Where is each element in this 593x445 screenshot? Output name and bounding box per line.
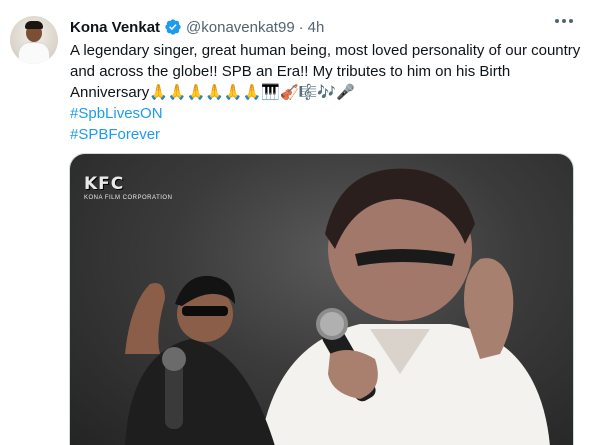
separator-dot: · bbox=[298, 18, 304, 36]
tweet-timestamp[interactable]: 4h bbox=[308, 19, 325, 36]
tweet[interactable]: Kona Venkat @konavenkat99 · 4h A legenda… bbox=[0, 0, 593, 445]
emoji-row: 🙏🙏🙏🙏🙏🙏🎹🎻🎼🎶🎤 bbox=[149, 84, 355, 101]
author-handle[interactable]: @konavenkat99 bbox=[186, 19, 295, 36]
tweet-header: Kona Venkat @konavenkat99 · 4h bbox=[70, 16, 324, 38]
hashtag-spbforever[interactable]: #SPBForever bbox=[70, 124, 585, 145]
author-name[interactable]: Kona Venkat bbox=[70, 19, 160, 36]
avatar-hair bbox=[25, 21, 43, 29]
kfc-logo: KFC KONA FILM CORPORATION bbox=[84, 174, 172, 201]
retro-figure bbox=[125, 275, 275, 445]
verified-badge-icon bbox=[164, 18, 182, 36]
more-options-icon[interactable] bbox=[555, 19, 573, 23]
avatar[interactable] bbox=[10, 16, 58, 64]
hashtag-spblives-on[interactable]: #SpbLivesON bbox=[70, 103, 585, 124]
kfc-logo-text: KFC bbox=[84, 174, 125, 194]
kfc-logo-subtext: KONA FILM CORPORATION bbox=[84, 195, 173, 201]
tweet-image[interactable]: KFC KONA FILM CORPORATION bbox=[69, 153, 574, 445]
tweet-text: A legendary singer, great human being, m… bbox=[70, 40, 585, 145]
avatar-shirt bbox=[18, 42, 50, 64]
